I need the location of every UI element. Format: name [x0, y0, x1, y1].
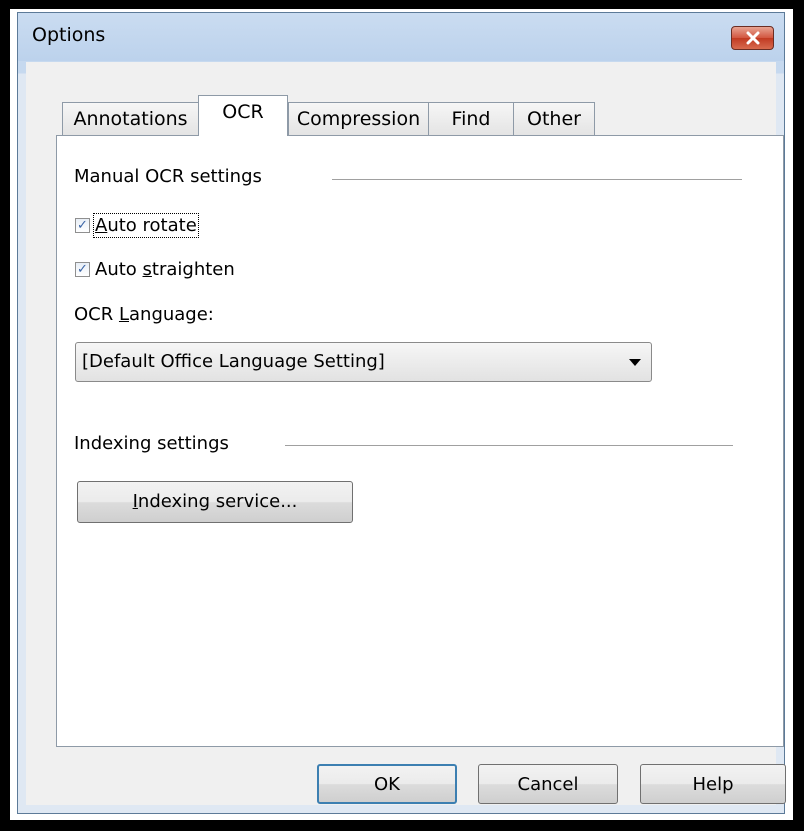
- cancel-button[interactable]: Cancel: [478, 764, 618, 804]
- ocr-tab-panel: Manual OCR settings ✓ Auto rotate ✓ Auto…: [56, 135, 784, 747]
- help-button[interactable]: Help: [640, 764, 786, 804]
- indexing-service-label: Indexing service...: [132, 491, 298, 512]
- manual-ocr-group-label: Manual OCR settings: [74, 166, 262, 187]
- ocr-language-value: [Default Office Language Setting]: [82, 351, 385, 372]
- checkbox-check-icon[interactable]: ✓: [75, 262, 90, 277]
- title-bar[interactable]: Options: [18, 13, 784, 61]
- tab-compression[interactable]: Compression: [288, 102, 429, 135]
- close-button[interactable]: [731, 26, 774, 50]
- close-icon: [746, 31, 759, 45]
- ok-button[interactable]: OK: [317, 764, 457, 804]
- group-divider: [332, 179, 742, 180]
- indexing-service-button[interactable]: Indexing service...: [77, 481, 353, 523]
- cancel-label: Cancel: [517, 774, 579, 795]
- tab-find[interactable]: Find: [428, 102, 514, 135]
- ocr-language-label: OCR Language:: [74, 304, 214, 325]
- chevron-down-icon[interactable]: [629, 359, 641, 366]
- ocr-language-dropdown[interactable]: [Default Office Language Setting]: [75, 342, 652, 382]
- indexing-group-label: Indexing settings: [74, 433, 229, 454]
- auto-straighten-label: Auto straighten: [95, 259, 235, 280]
- checkbox-check-icon[interactable]: ✓: [75, 218, 90, 233]
- tab-label: Annotations: [73, 108, 188, 130]
- help-label: Help: [692, 774, 734, 795]
- tab-ocr[interactable]: OCR: [198, 95, 288, 136]
- tab-other[interactable]: Other: [513, 102, 595, 135]
- tab-label: Find: [451, 108, 491, 130]
- dialog-client-area: Annotations OCR Compression Find Other M…: [26, 62, 786, 805]
- tab-label: OCR: [222, 101, 264, 123]
- tab-label: Other: [527, 108, 581, 130]
- group-divider: [285, 445, 733, 446]
- auto-straighten-checkbox[interactable]: ✓ Auto straighten: [75, 259, 235, 280]
- tab-annotations[interactable]: Annotations: [62, 102, 199, 135]
- ok-label: OK: [374, 774, 400, 795]
- tab-label: Compression: [296, 108, 421, 130]
- window-title: Options: [32, 24, 106, 46]
- screenshot-frame: Options Annotations OCR Compression Find: [10, 9, 793, 820]
- auto-rotate-checkbox[interactable]: ✓ Auto rotate: [75, 213, 199, 238]
- options-dialog: Options Annotations OCR Compression Find: [17, 12, 786, 814]
- auto-rotate-label: Auto rotate: [93, 213, 199, 238]
